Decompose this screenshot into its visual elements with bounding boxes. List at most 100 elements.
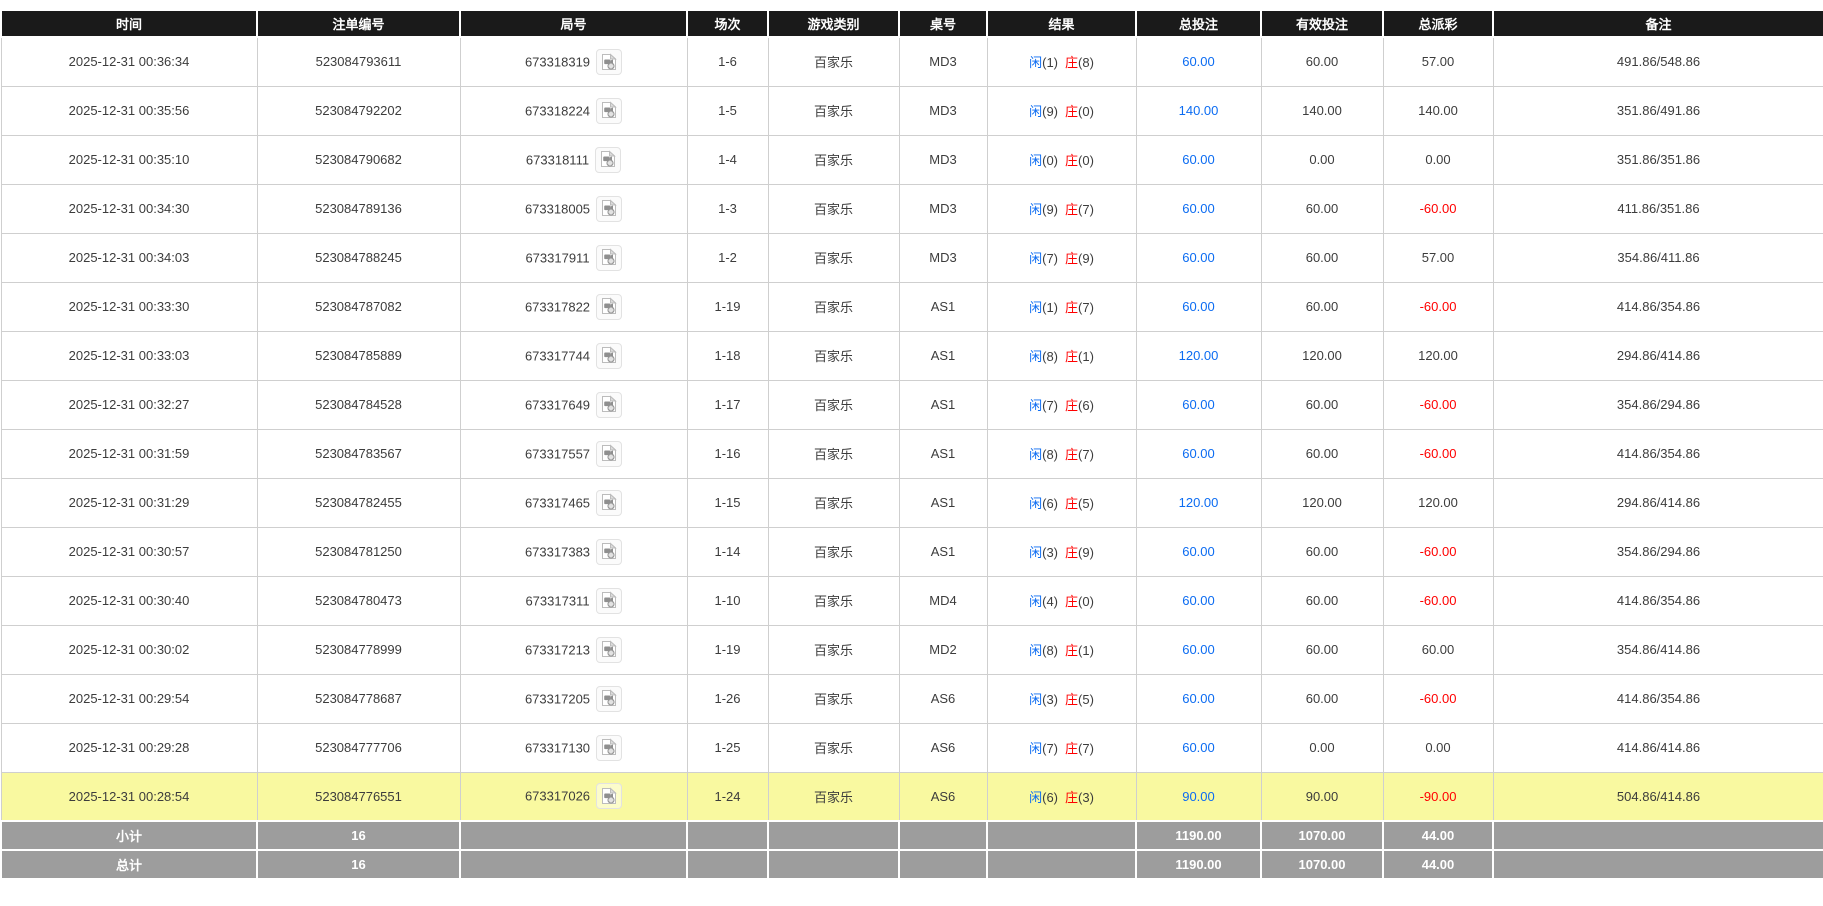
video-replay-button[interactable] [596, 245, 622, 271]
cell-session: 1-18 [687, 331, 768, 380]
cell-total-bet[interactable]: 60.00 [1136, 723, 1261, 772]
video-replay-button[interactable] [596, 343, 622, 369]
video-replay-button[interactable] [596, 441, 622, 467]
table-row: 2025-12-31 00:29:54 523084778687 6733172… [1, 674, 1823, 723]
cell-bet-no: 523084790682 [257, 135, 460, 184]
banker-label: 庄 [1065, 594, 1078, 609]
page-wrapper: 时间 注单编号 局号 场次 游戏类别 桌号 结果 总投注 有效投注 总派彩 备注… [0, 0, 1823, 880]
subtotal-row: 小计 16 1190.00 1070.00 44.00 [1, 821, 1823, 850]
cell-remark: 504.86/414.86 [1493, 772, 1823, 821]
player-points: (1) [1042, 55, 1058, 70]
banker-points: (0) [1078, 594, 1094, 609]
cell-bet-no: 523084785889 [257, 331, 460, 380]
cell-total-bet[interactable]: 60.00 [1136, 625, 1261, 674]
video-replay-button[interactable] [596, 196, 622, 222]
video-replay-button[interactable] [596, 98, 622, 124]
cell-round-no: 673317026 [460, 772, 687, 821]
table-row: 2025-12-31 00:31:59 523084783567 6733175… [1, 429, 1823, 478]
total-empty-session [687, 850, 768, 879]
round-no-text: 673317130 [525, 740, 590, 755]
cell-total-bet[interactable]: 140.00 [1136, 86, 1261, 135]
cell-session: 1-6 [687, 37, 768, 86]
total-payout: 44.00 [1383, 850, 1493, 879]
table-row: 2025-12-31 00:29:28 523084777706 6733171… [1, 723, 1823, 772]
video-replay-button[interactable] [596, 294, 622, 320]
cell-total-bet[interactable]: 60.00 [1136, 184, 1261, 233]
cell-total-bet[interactable]: 60.00 [1136, 135, 1261, 184]
cell-time: 2025-12-31 00:29:54 [1, 674, 257, 723]
video-file-icon [601, 591, 617, 609]
cell-total-bet[interactable]: 120.00 [1136, 478, 1261, 527]
cell-remark: 294.86/414.86 [1493, 331, 1823, 380]
round-no-text: 673317822 [525, 299, 590, 314]
cell-session: 1-10 [687, 576, 768, 625]
subtotal-empty-result [987, 821, 1136, 850]
cell-valid-bet: 60.00 [1261, 429, 1383, 478]
banker-points: (6) [1078, 398, 1094, 413]
cell-total-bet[interactable]: 60.00 [1136, 429, 1261, 478]
cell-valid-bet: 60.00 [1261, 184, 1383, 233]
total-empty-round [460, 850, 687, 879]
cell-total-bet[interactable]: 90.00 [1136, 772, 1261, 821]
cell-total-bet[interactable]: 120.00 [1136, 331, 1261, 380]
cell-time: 2025-12-31 00:35:10 [1, 135, 257, 184]
cell-total-bet[interactable]: 60.00 [1136, 576, 1261, 625]
player-label: 闲 [1029, 55, 1042, 70]
cell-valid-bet: 0.00 [1261, 135, 1383, 184]
cell-round-no: 673317465 [460, 478, 687, 527]
player-label: 闲 [1029, 349, 1042, 364]
video-replay-button[interactable] [595, 147, 621, 173]
cell-remark: 414.86/354.86 [1493, 282, 1823, 331]
cell-valid-bet: 60.00 [1261, 233, 1383, 282]
cell-remark: 414.86/354.86 [1493, 674, 1823, 723]
cell-session: 1-16 [687, 429, 768, 478]
cell-total-bet[interactable]: 60.00 [1136, 282, 1261, 331]
cell-payout: 140.00 [1383, 86, 1493, 135]
table-row: 2025-12-31 00:33:03 523084785889 6733177… [1, 331, 1823, 380]
subtotal-valid-bet: 1070.00 [1261, 821, 1383, 850]
cell-table-no: MD2 [899, 625, 987, 674]
subtotal-empty-table [899, 821, 987, 850]
cell-total-bet[interactable]: 60.00 [1136, 37, 1261, 86]
player-points: (7) [1042, 741, 1058, 756]
cell-total-bet[interactable]: 60.00 [1136, 527, 1261, 576]
player-points: (8) [1042, 643, 1058, 658]
banker-label: 庄 [1065, 300, 1078, 315]
video-replay-button[interactable] [596, 735, 622, 761]
video-replay-button[interactable] [596, 539, 622, 565]
cell-total-bet[interactable]: 60.00 [1136, 233, 1261, 282]
banker-points: (0) [1078, 153, 1094, 168]
video-replay-button[interactable] [596, 490, 622, 516]
cell-total-bet[interactable]: 60.00 [1136, 674, 1261, 723]
table-header: 时间 注单编号 局号 场次 游戏类别 桌号 结果 总投注 有效投注 总派彩 备注 [1, 10, 1823, 37]
video-replay-button[interactable] [596, 686, 622, 712]
video-replay-button[interactable] [596, 49, 622, 75]
video-replay-button[interactable] [596, 588, 622, 614]
cell-remark: 414.86/414.86 [1493, 723, 1823, 772]
cell-remark: 351.86/351.86 [1493, 135, 1823, 184]
banker-points: (5) [1078, 692, 1094, 707]
cell-result: 闲(3)庄(9) [987, 527, 1136, 576]
cell-round-no: 673317822 [460, 282, 687, 331]
video-replay-button[interactable] [596, 392, 622, 418]
table-row: 2025-12-31 00:32:27 523084784528 6733176… [1, 380, 1823, 429]
player-label: 闲 [1029, 251, 1042, 266]
column-header-round-no: 局号 [460, 10, 687, 37]
video-file-icon [601, 248, 617, 266]
video-replay-button[interactable] [596, 637, 622, 663]
table-footer: 小计 16 1190.00 1070.00 44.00 总计 16 1190.0… [1, 821, 1823, 879]
player-label: 闲 [1029, 398, 1042, 413]
cell-remark: 414.86/354.86 [1493, 576, 1823, 625]
cell-total-bet[interactable]: 60.00 [1136, 380, 1261, 429]
player-points: (3) [1042, 692, 1058, 707]
player-label: 闲 [1029, 594, 1042, 609]
player-label: 闲 [1029, 643, 1042, 658]
cell-round-no: 673317383 [460, 527, 687, 576]
cell-session: 1-14 [687, 527, 768, 576]
video-file-icon [600, 150, 616, 168]
cell-result: 闲(7)庄(6) [987, 380, 1136, 429]
video-replay-button[interactable] [596, 783, 622, 809]
cell-round-no: 673317205 [460, 674, 687, 723]
table-body: 2025-12-31 00:36:34 523084793611 6733183… [1, 37, 1823, 821]
cell-valid-bet: 0.00 [1261, 723, 1383, 772]
